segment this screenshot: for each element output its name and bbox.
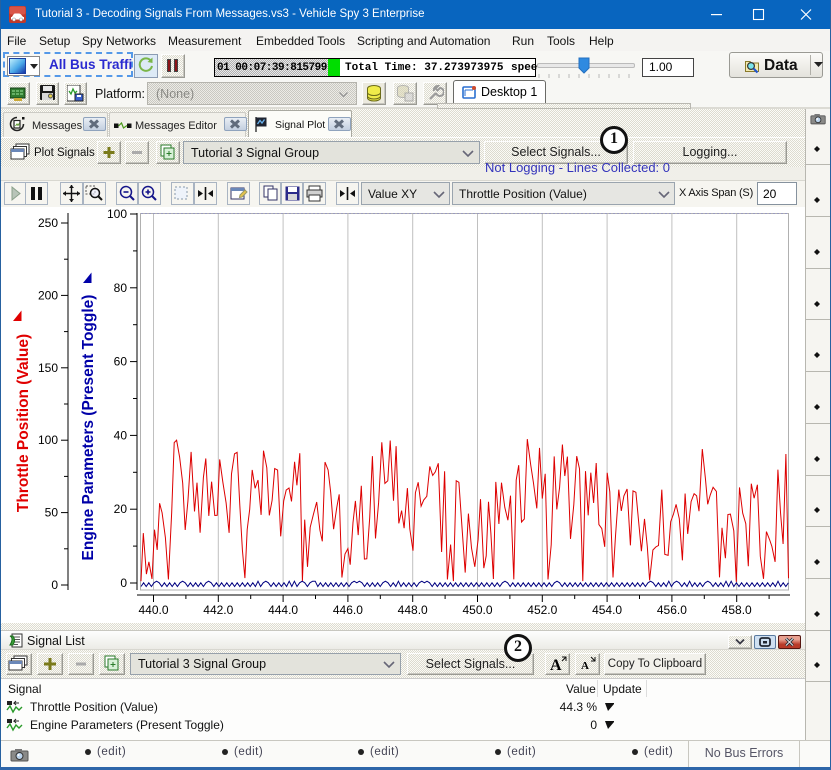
- svg-text:Engine Parameters (Present Tog: Engine Parameters (Present Toggle): [80, 295, 97, 561]
- svg-text:444.0: 444.0: [268, 603, 298, 617]
- svg-text:100: 100: [107, 207, 127, 221]
- svg-text:100: 100: [38, 433, 58, 447]
- svg-text:0: 0: [51, 578, 58, 592]
- svg-text:450.0: 450.0: [462, 603, 492, 617]
- svg-text:80: 80: [114, 281, 128, 295]
- svg-text:Throttle Position (Value): Throttle Position (Value): [15, 334, 32, 512]
- svg-text:40: 40: [114, 428, 128, 442]
- svg-text:442.0: 442.0: [203, 603, 233, 617]
- svg-text:0: 0: [120, 576, 127, 590]
- svg-text:200: 200: [38, 288, 58, 302]
- svg-text:A: A: [581, 660, 589, 672]
- svg-text:20: 20: [114, 502, 128, 516]
- svg-text:446.0: 446.0: [333, 603, 363, 617]
- svg-text:A: A: [550, 657, 562, 674]
- svg-text:440.0: 440.0: [138, 603, 168, 617]
- svg-text:458.0: 458.0: [722, 603, 752, 617]
- svg-text:150: 150: [38, 361, 58, 375]
- svg-text:50: 50: [45, 506, 59, 520]
- svg-text:452.0: 452.0: [527, 603, 557, 617]
- svg-text:60: 60: [114, 355, 128, 369]
- svg-text:456.0: 456.0: [657, 603, 687, 617]
- svg-text:448.0: 448.0: [398, 603, 428, 617]
- svg-text:250: 250: [38, 216, 58, 230]
- svg-text:454.0: 454.0: [592, 603, 622, 617]
